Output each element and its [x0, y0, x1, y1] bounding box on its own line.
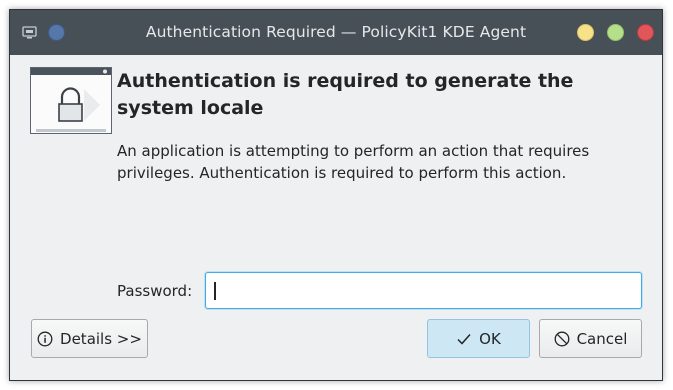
maximize-icon[interactable]: [607, 24, 624, 41]
cancel-button[interactable]: Cancel: [539, 319, 642, 358]
password-label: Password:: [117, 282, 193, 300]
details-button[interactable]: Details >>: [31, 319, 148, 358]
ok-button-label: OK: [479, 329, 501, 348]
ok-button[interactable]: OK: [427, 319, 530, 358]
info-icon: [37, 331, 53, 347]
details-button-label: Details >>: [60, 329, 142, 348]
checkmark-icon: [456, 331, 472, 347]
password-field[interactable]: [205, 272, 642, 309]
dialog-description: An application is attempting to perform …: [117, 142, 590, 182]
titlebar[interactable]: Authentication Required — PolicyKit1 KDE…: [10, 10, 662, 55]
cancel-icon: [554, 331, 570, 347]
auth-dialog-window: Authentication Required — PolicyKit1 KDE…: [9, 9, 663, 381]
cancel-button-label: Cancel: [576, 329, 628, 348]
window-title: Authentication Required — PolicyKit1 KDE…: [145, 23, 527, 41]
minimize-icon[interactable]: [577, 24, 594, 41]
dialog-heading: Authentication is required to generate t…: [117, 70, 574, 119]
close-icon[interactable]: [637, 24, 654, 41]
lock-icon: [30, 67, 112, 134]
text-cursor: [214, 282, 216, 300]
